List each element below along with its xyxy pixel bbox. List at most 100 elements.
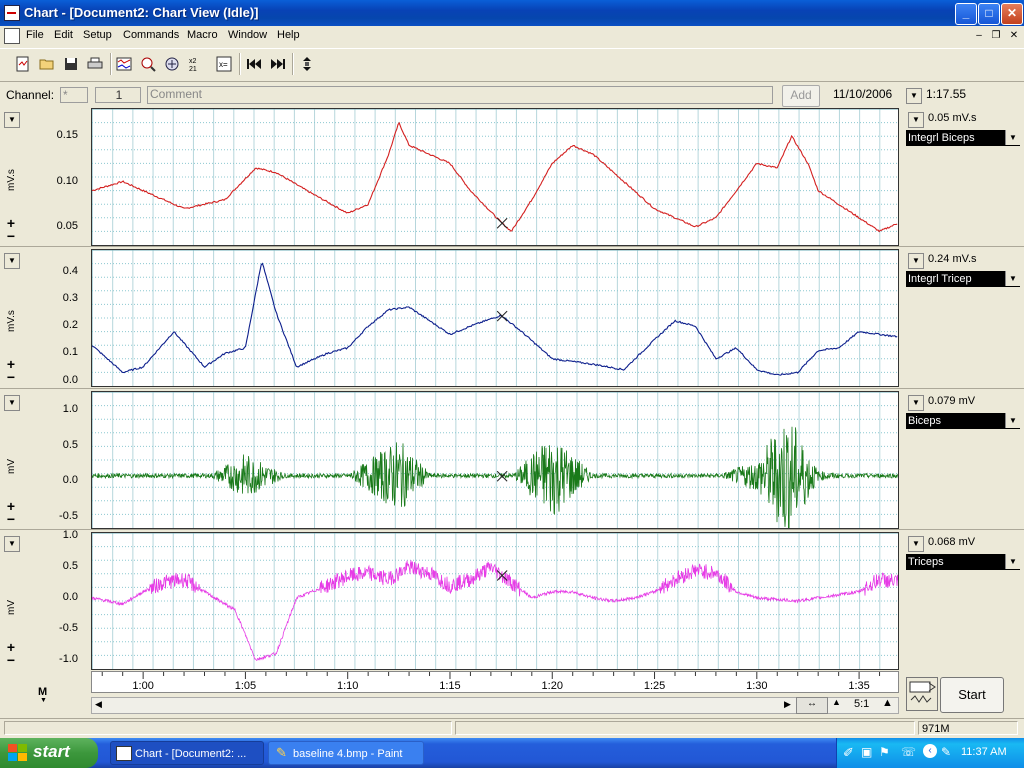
channel-menu-dropdown[interactable]: ▼ xyxy=(4,253,20,269)
chart-view-icon[interactable] xyxy=(113,53,135,75)
menu-setup[interactable]: Setup xyxy=(83,29,112,41)
svg-text:x=: x= xyxy=(219,60,228,69)
scale-down-button[interactable]: − xyxy=(4,512,18,527)
tray-icon-3[interactable]: ⚑ xyxy=(879,745,890,759)
channel-name-select[interactable]: Triceps ▼ xyxy=(906,554,1020,570)
document-icon[interactable] xyxy=(4,28,20,44)
menu-help[interactable]: Help xyxy=(277,29,300,41)
scroll-right-icon[interactable]: ▶ xyxy=(784,699,791,710)
sampling-mode-icon[interactable] xyxy=(906,677,938,711)
channel-readout-dropdown[interactable]: ▼ xyxy=(908,536,924,552)
minimize-button[interactable]: _ xyxy=(955,3,977,25)
channel-trace-svg xyxy=(92,546,898,661)
channel-unit-label: mV.s xyxy=(6,310,17,332)
go-to-start-icon[interactable] xyxy=(243,53,265,75)
scale-down-button[interactable]: − xyxy=(4,370,18,385)
start-label: start xyxy=(33,742,70,761)
status-message xyxy=(4,721,452,735)
windows-logo-icon xyxy=(8,744,27,761)
print-icon[interactable] xyxy=(84,53,106,75)
channel-name-select[interactable]: Biceps ▼ xyxy=(906,413,1020,429)
chevron-down-icon[interactable]: ▼ xyxy=(1005,413,1020,428)
channel-name-select[interactable]: Integrl Tricep ▼ xyxy=(906,271,1020,287)
zoom-view-icon[interactable] xyxy=(137,53,159,75)
cursor-marker xyxy=(496,217,508,229)
horizontal-scrollbar[interactable]: ◀ ▶ ↔ ▲ 5:1 ▲ xyxy=(91,697,899,714)
chart-app-icon xyxy=(116,746,132,761)
tray-icon-2[interactable]: ▣ xyxy=(861,745,872,759)
mdi-close-button[interactable]: ✕ xyxy=(1007,29,1021,42)
scale-down-button[interactable]: − xyxy=(4,653,18,668)
chevron-down-icon[interactable]: ▼ xyxy=(1005,271,1020,286)
channel-spinner[interactable]: * xyxy=(60,87,88,103)
tray-icon-4[interactable]: ☏ xyxy=(901,745,916,759)
mdi-restore-button[interactable]: ❐ xyxy=(989,29,1003,42)
tray-icon-5[interactable]: ✎ xyxy=(941,745,951,759)
mdi-minimize-button[interactable]: – xyxy=(972,29,986,42)
channel-bar: Channel: * 1 Comment Add 11/10/2006 ▼ 1:… xyxy=(0,84,1024,107)
channel-menu-dropdown[interactable]: ▼ xyxy=(4,395,20,411)
series-line-triceps xyxy=(92,560,898,661)
zoom-horizontal-icon[interactable]: ↔ xyxy=(796,697,828,714)
time-dropdown[interactable]: ▼ xyxy=(906,88,922,104)
data-pad-icon[interactable] xyxy=(161,53,183,75)
channel-readout-dropdown[interactable]: ▼ xyxy=(908,253,924,269)
toolbar: x2 21 x= xyxy=(0,48,1024,82)
compression-up-icon[interactable]: ▲ xyxy=(882,697,893,709)
compression-ratio[interactable]: 5:1 xyxy=(854,698,869,710)
menu-commands[interactable]: Commands xyxy=(123,29,179,41)
system-tray: ✐ ▣ ⚑ ☏ ‹ ✎ 11:37 AM xyxy=(836,738,1024,768)
channel-plot-integrl-tricep[interactable] xyxy=(91,249,899,387)
tray-expand-icon[interactable]: ‹ xyxy=(923,744,937,758)
scale-down-button[interactable]: − xyxy=(4,229,18,244)
close-button[interactable]: ✕ xyxy=(1001,3,1023,25)
sort-icon[interactable]: x2 21 xyxy=(185,53,207,75)
channel-menu-dropdown[interactable]: ▼ xyxy=(4,536,20,552)
save-icon[interactable] xyxy=(60,53,82,75)
menu-edit[interactable]: Edit xyxy=(54,29,73,41)
series-line-biceps xyxy=(92,426,898,528)
channel-menu-dropdown[interactable]: ▼ xyxy=(4,112,20,128)
start-button[interactable]: start xyxy=(0,738,98,768)
channel-name-select[interactable]: Integrl Biceps ▼ xyxy=(906,130,1020,146)
menu-window[interactable]: Window xyxy=(228,29,267,41)
add-comment-button[interactable]: Add xyxy=(782,85,820,107)
y-tick-label: 0.05 xyxy=(56,219,78,232)
taskbar-item-chart[interactable]: Chart - [Document2: ... xyxy=(110,741,264,765)
start-sampling-button[interactable]: Start xyxy=(940,677,1004,713)
y-tick-label: 0.1 xyxy=(62,346,78,359)
time-axis: 1:00 1:05 1:10 1:15 1:20 1:25 1:30 1:35 xyxy=(91,671,899,693)
y-tick-label: 0.0 xyxy=(62,373,78,386)
tray-icon-1[interactable]: ✐ xyxy=(843,745,854,761)
channel-plot-biceps[interactable] xyxy=(91,391,899,529)
scroll-left-icon[interactable]: ◀ xyxy=(95,699,102,710)
y-tick-label: -0.5 xyxy=(59,621,78,634)
channel-number-field[interactable]: 1 xyxy=(95,87,141,103)
channel-plot-integrl-biceps[interactable] xyxy=(91,108,899,246)
scroll-up-icon[interactable]: ▲ xyxy=(832,697,841,707)
open-folder-icon[interactable] xyxy=(36,53,58,75)
status-field xyxy=(455,721,915,735)
go-to-end-icon[interactable] xyxy=(267,53,289,75)
chevron-down-icon[interactable]: ▼ xyxy=(1005,554,1020,569)
calculator-icon[interactable]: x= xyxy=(213,53,235,75)
x-tick-label: 1:20 xyxy=(541,680,563,692)
channel-unit-label: mV xyxy=(6,459,17,474)
comment-input[interactable]: Comment xyxy=(147,86,773,104)
scale-icon[interactable] xyxy=(296,53,318,75)
channel-trace-svg xyxy=(92,121,898,233)
maximize-button[interactable]: □ xyxy=(978,3,1000,25)
menu-file[interactable]: File xyxy=(26,29,44,41)
app-icon[interactable] xyxy=(4,5,20,21)
y-tick-label: 0.3 xyxy=(62,291,78,304)
menu-macro[interactable]: Macro xyxy=(187,29,218,41)
taskbar-item-paint[interactable]: baseline 4.bmp - Paint xyxy=(268,741,424,765)
y-tick-label: 0.5 xyxy=(62,560,78,572)
channel-unit-label: mV xyxy=(6,600,17,615)
view-marker-arrow[interactable]: ▼ xyxy=(40,697,47,704)
channel-readout-dropdown[interactable]: ▼ xyxy=(908,395,924,411)
channel-readout-dropdown[interactable]: ▼ xyxy=(908,112,924,128)
chevron-down-icon[interactable]: ▼ xyxy=(1005,130,1020,145)
new-document-icon[interactable] xyxy=(12,53,34,75)
channel-plot-triceps[interactable] xyxy=(91,532,899,670)
